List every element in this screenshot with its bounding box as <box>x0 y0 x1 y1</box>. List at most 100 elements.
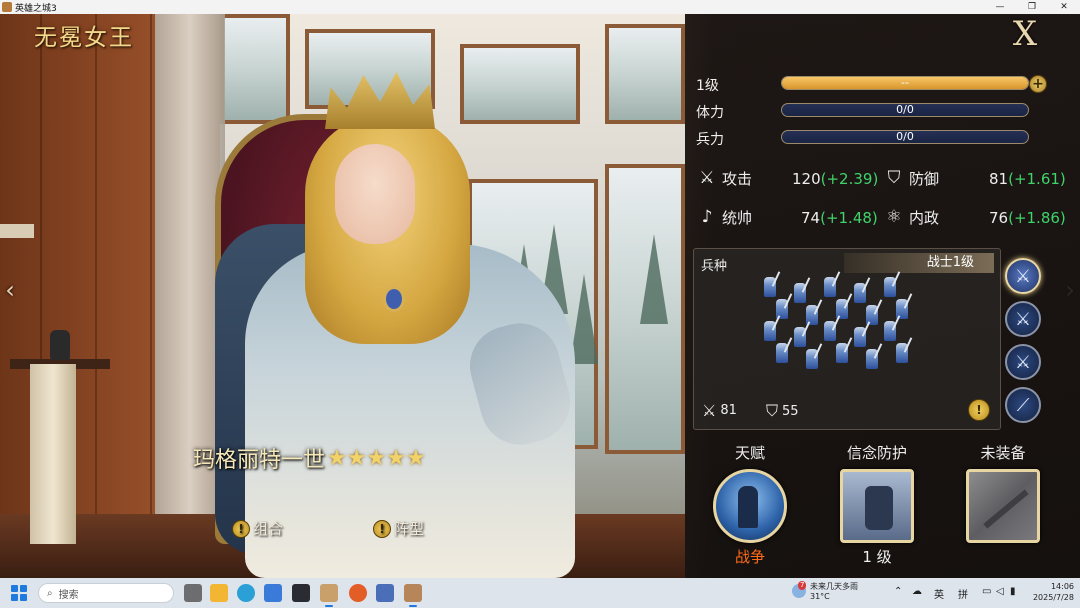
spear-type-icon[interactable]: ⟋ <box>1005 387 1041 423</box>
search-icon: ⌕ <box>47 587 53 599</box>
attack-value: 120 <box>792 170 821 188</box>
stamina-bar: 0/0 <box>781 103 1029 117</box>
politics-value-row: 76(+1.86) <box>989 209 1066 227</box>
command-bonus: (+1.48) <box>820 209 878 227</box>
politics-value: 76 <box>989 209 1009 227</box>
clock-date: 2025/7/28 <box>1032 593 1074 602</box>
hero-stats-panel: X 1级 -- + 体力 0/0 兵力 0/0 ⚔ 攻击 120(+2.39) … <box>685 14 1080 578</box>
talent-label: 天赋 <box>734 444 765 462</box>
store-icon[interactable] <box>264 584 282 602</box>
troops-bar: 0/0 <box>781 130 1029 144</box>
minimize-icon[interactable]: — <box>984 0 1016 14</box>
troop-attack-value: 81 <box>720 403 737 418</box>
volume-icon[interactable]: ◁ <box>996 586 1004 597</box>
defense-value: 81 <box>989 170 1009 188</box>
troop-defense: ⛉ 55 <box>766 401 799 421</box>
ime-lang[interactable]: 英 <box>934 586 944 601</box>
warrior-type-icon[interactable]: ⚔ <box>1005 258 1041 294</box>
edge-browser-icon[interactable] <box>237 584 255 602</box>
folder-icon[interactable] <box>210 584 228 602</box>
start-icon[interactable] <box>11 585 27 601</box>
faith-label: 信念防护 <box>846 444 907 462</box>
equip-slot[interactable] <box>966 469 1040 543</box>
shield-icon: ⛉ <box>887 168 901 188</box>
defense-value-row: 81(+1.61) <box>989 170 1066 188</box>
close-icon[interactable]: ✕ <box>1048 0 1080 14</box>
stamina-bar-text: 0/0 <box>896 103 914 116</box>
attack-value-row: 120(+2.39) <box>792 170 878 188</box>
battery-icon[interactable]: ▮ <box>1010 586 1016 597</box>
network-icon[interactable]: ▭ <box>982 586 991 597</box>
cavalry-type-icon[interactable]: ⚔ <box>1005 344 1041 380</box>
clock-time: 14:06 <box>1050 582 1074 591</box>
hero-title: 无冕女王 <box>34 25 134 51</box>
horn-icon: ♪ <box>701 207 713 227</box>
clock[interactable]: 14:06 2025/7/28 <box>1028 581 1074 603</box>
level-bar-text: -- <box>901 76 909 89</box>
politics-bonus: (+1.86) <box>1008 209 1066 227</box>
soldier-sprite <box>884 321 896 341</box>
taskbar-search[interactable]: ⌕ 搜索 <box>38 583 174 603</box>
restore-icon[interactable]: ❐ <box>1016 0 1048 14</box>
command-attribute: ♪ 统帅 <box>696 206 752 228</box>
soldier-sprite <box>854 283 866 303</box>
weather-icon: 7 <box>792 581 807 598</box>
tool-app-icon[interactable] <box>376 584 394 602</box>
hero-name-row: 玛格丽特一世 ★★★★★ <box>193 442 426 474</box>
formation-label: 阵型 <box>394 520 425 538</box>
star-icon: ★ <box>386 445 406 471</box>
command-value-row: 74(+1.48) <box>801 209 878 227</box>
close-panel-icon[interactable]: X <box>1007 14 1043 54</box>
file-manager-icon[interactable] <box>184 584 202 602</box>
talent-caption: 战争 <box>734 548 765 566</box>
level-label: 1级 <box>696 78 719 94</box>
crown <box>325 72 435 129</box>
terminal-icon[interactable] <box>292 584 310 602</box>
window-controls: — ❐ ✕ <box>984 0 1080 14</box>
weather-line2: 31°C <box>810 592 830 601</box>
soldier-sprite <box>806 349 818 369</box>
troop-box: 兵种 战士1级 ⚔ 81 ⛉ 55 ! <box>693 248 1001 430</box>
troop-alert-icon[interactable]: ! <box>968 399 990 421</box>
cloud-icon[interactable]: ☁ <box>912 586 922 597</box>
firefox-icon[interactable] <box>349 584 367 602</box>
weather-widget[interactable]: 7 未来几天多雨 31°C <box>792 581 858 601</box>
hero-name: 玛格丽特一世 <box>193 448 326 473</box>
talent-slot[interactable] <box>713 469 787 543</box>
app-icon <box>2 2 12 12</box>
game-viewport: 无冕女王 ‹ › 玛格丽特一世 ★★★★★ ! 组合 ! 阵型 X 1级 -- … <box>0 14 1080 578</box>
soldier-sprite <box>794 327 806 347</box>
faith-slot[interactable] <box>840 469 914 543</box>
politics-attribute: ⚛ 内政 <box>883 206 939 228</box>
pedestal <box>30 364 76 544</box>
hero-portrait <box>205 54 595 578</box>
star-icon: ★ <box>327 445 347 471</box>
command-label: 统帅 <box>722 208 753 227</box>
level-up-plus-icon[interactable]: + <box>1029 75 1047 93</box>
search-placeholder: 搜索 <box>58 589 79 601</box>
weather-badge: 7 <box>798 581 807 590</box>
soldier-sprite <box>866 349 878 369</box>
game-app-icon-2[interactable] <box>404 584 422 607</box>
alert-icon: ! <box>373 519 391 538</box>
window-titlebar: 英雄之城3 — ❐ ✕ <box>0 0 1080 14</box>
faith-caption: 1 级 <box>862 548 892 566</box>
soldier-sprite <box>896 343 908 363</box>
chevron-up-icon[interactable]: ⌃ <box>894 586 902 597</box>
game-app-icon[interactable] <box>320 584 338 607</box>
star-icon: ★ <box>405 445 426 471</box>
unit-tag: 战士1级 <box>844 253 994 273</box>
archer-type-icon[interactable]: ⚔ <box>1005 301 1041 337</box>
atom-icon: ⚛ <box>886 207 902 227</box>
troop-attack: ⚔ 81 <box>702 401 737 420</box>
formation-button[interactable]: ! 阵型 <box>373 518 424 539</box>
attack-label: 攻击 <box>722 169 753 188</box>
soldier-sprite <box>764 321 776 341</box>
prev-hero-arrow-icon[interactable]: ‹ <box>2 270 18 310</box>
soldier-sprite <box>854 327 866 347</box>
window-title: 英雄之城3 <box>15 3 57 14</box>
teapot <box>50 330 70 360</box>
troop-defense-value: 55 <box>782 403 799 419</box>
ime-mode[interactable]: 拼 <box>958 586 968 601</box>
combo-button[interactable]: ! 组合 <box>232 518 283 539</box>
